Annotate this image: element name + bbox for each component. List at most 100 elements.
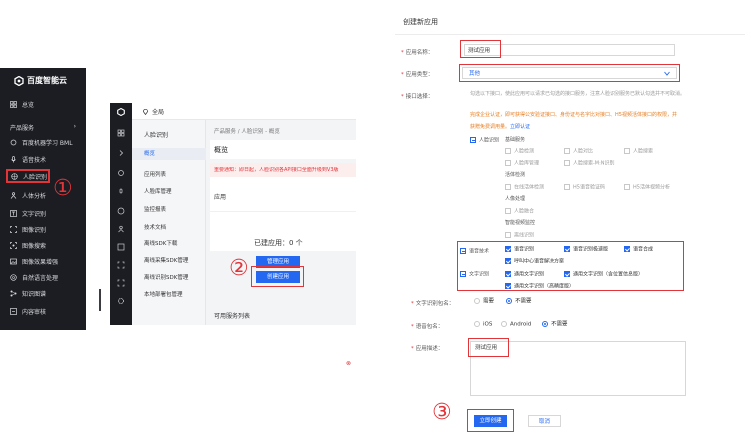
- subnav-title: 人脸识别: [144, 132, 169, 139]
- subnav-item[interactable]: 监控报表: [144, 205, 166, 213]
- notice-text: 重要通知：即日起，人脸识别各API接口全面升级到V3版: [214, 167, 339, 173]
- sidebar-item[interactable]: 图像识别: [10, 222, 46, 236]
- mic-icon: [119, 188, 123, 194]
- page-header: 概览: [210, 140, 356, 159]
- api-checkbox[interactable]: 人脸搜索-M:N识别: [564, 160, 615, 167]
- console-sidebar: 百度智能云 总览 产品服务 › 百度机器学习 BML 语音技术 人脸识别 人体分…: [0, 68, 86, 330]
- ocr-package-label: * 文字识别包名：: [411, 301, 455, 307]
- region-bar[interactable]: 全局: [132, 103, 356, 120]
- step-marker-1: ①: [53, 176, 73, 201]
- smart-video-head: 智能视频监控: [505, 220, 536, 226]
- apps-card: 重要通知：即日起，人脸识别各API接口全面升级到V3版 应用 已建应用：0 个: [210, 163, 356, 251]
- sidebar-item-overview[interactable]: 总览: [10, 97, 34, 111]
- face-group-toggle[interactable]: 人脸识别: [470, 137, 499, 144]
- app-name-highlight: [460, 40, 501, 58]
- image-icon: [10, 225, 17, 233]
- api-checkbox[interactable]: 人脸库管理: [505, 160, 539, 167]
- notice-banner: 重要通知：即日起，人脸识别各API接口全面升级到V3版: [210, 163, 356, 177]
- radio-option[interactable]: 需要: [474, 298, 494, 305]
- nlp-icon: [10, 273, 17, 281]
- text-icon: [117, 243, 125, 251]
- api-checkbox[interactable]: 人脸检测: [505, 148, 534, 155]
- api-checkbox-checked[interactable]: 通用文字识别（高精度版）: [505, 283, 574, 290]
- audit-icon: [10, 307, 17, 315]
- face-recognition-console: 全局 人脸识别 概览 应用列表 人脸库管理 监控报表 技术文档 离线SDK下载 …: [110, 103, 356, 325]
- api-checkbox[interactable]: 人脸搜索: [624, 148, 653, 155]
- api-checkbox[interactable]: 人脸对比: [564, 148, 593, 155]
- icon-rail: [110, 103, 132, 325]
- radio-option-selected[interactable]: 不需要: [542, 321, 568, 328]
- subnav-item[interactable]: 本地部署包管理: [144, 290, 183, 298]
- submit-highlight: [467, 409, 514, 432]
- api-checkbox[interactable]: 在线活体检测: [505, 184, 544, 191]
- subnav-item[interactable]: 技术文档: [144, 223, 166, 231]
- sidebar-item[interactable]: 人体分析: [10, 188, 46, 202]
- radio-option[interactable]: Android: [501, 321, 531, 328]
- api-checkbox-checked[interactable]: 语音识别极速版: [564, 246, 608, 253]
- sidebar-item[interactable]: 百度机器学习 BML: [10, 135, 73, 149]
- api-checkbox[interactable]: 人脸融合: [505, 208, 534, 215]
- api-checkbox[interactable]: 离线识别: [505, 232, 534, 239]
- gear-icon: [118, 298, 124, 304]
- chevron-right-icon: [119, 150, 124, 156]
- overview-main: 产品服务 / 人脸识别 - 概览 概览 重要通知：即日起，人脸识别各API接口全…: [206, 120, 356, 325]
- app-type-highlight: [459, 64, 680, 82]
- sub-navigation: 人脸识别 概览 应用列表 人脸库管理 监控报表 技术文档 离线SDK下载 离线采…: [132, 120, 206, 325]
- subnav-item[interactable]: 离线识别SDK管理: [144, 273, 188, 281]
- grid-icon: [10, 100, 17, 108]
- sidebar-item[interactable]: 文字识别: [10, 206, 46, 220]
- ocr-group-toggle[interactable]: 文字识别: [460, 271, 489, 278]
- person-icon: [10, 191, 17, 199]
- page-title: 概览: [214, 146, 228, 154]
- person-icon: [118, 225, 124, 233]
- portrait-head: 人像处理: [505, 196, 526, 202]
- subnav-item[interactable]: 人脸库管理: [144, 187, 172, 195]
- description-highlight: 测试应用: [468, 338, 509, 357]
- radio-option[interactable]: iOS: [474, 321, 492, 328]
- sidebar-section-products[interactable]: 产品服务 ›: [10, 123, 76, 132]
- api-checkbox-checked[interactable]: 语音识别: [505, 246, 534, 253]
- close-icon[interactable]: ⊗: [346, 360, 351, 367]
- api-checkbox-checked[interactable]: 通用文字识别: [505, 271, 544, 278]
- app-name-label: * 应用名称：: [401, 50, 434, 56]
- breadcrumb: 产品服务 / 人脸识别 - 概览: [214, 129, 280, 135]
- sidebar-item[interactable]: 自然语言处理: [10, 270, 58, 284]
- api-description: 勾选以下接口，使此应用可以请求已勾选的接口服务，注意人脸识别服务已默认勾选并不可…: [470, 91, 686, 97]
- cloud-logo-icon: [14, 75, 24, 86]
- scrollbar[interactable]: [99, 289, 101, 311]
- voice-group-toggle[interactable]: 语音技术: [460, 248, 489, 255]
- create-app-form: 创建新应用 * 应用名称： 测试应用 * 应用类型： 其他 * 接口选择： 勾选以下接…: [395, 10, 745, 443]
- text-icon: [10, 209, 17, 217]
- radio-option-selected[interactable]: 不需要: [506, 298, 532, 305]
- chip-icon: [10, 139, 17, 145]
- api-label: * 接口选择：: [401, 94, 434, 100]
- subnav-item[interactable]: 离线采集SDK管理: [144, 256, 188, 264]
- description-label: * 应用描述：: [411, 346, 444, 352]
- api-checkbox[interactable]: H5语音验证码: [564, 184, 605, 191]
- sidebar-item-face-recognition[interactable]: 人脸识别: [6, 169, 50, 183]
- subnav-item[interactable]: 离线SDK下载: [144, 239, 177, 247]
- sidebar-item[interactable]: 图像搜索: [10, 238, 46, 252]
- api-warning-line1: 完成企业认证，即可获得公安验证接口、身份证与名字比对接口、H5视频活体接口的权限…: [470, 112, 677, 118]
- verify-link[interactable]: 立即认证: [510, 124, 530, 130]
- region-label: 全局: [152, 108, 165, 116]
- api-checkbox-checked[interactable]: 通用文字识别（含位置信息版）: [564, 271, 643, 278]
- subnav-item[interactable]: 应用列表: [144, 170, 166, 178]
- api-checkbox-checked[interactable]: 语音合成: [624, 246, 653, 253]
- services-list-title: 可用服务列表: [214, 313, 251, 320]
- sidebar-item[interactable]: 知识图谱: [10, 286, 46, 300]
- subnav-item-overview[interactable]: 概览: [132, 148, 206, 160]
- image-enhance-icon: [10, 258, 17, 264]
- cloud-logo-icon: [117, 108, 125, 116]
- sidebar-item[interactable]: 图像效果增强: [10, 254, 58, 268]
- create-button-highlight: [251, 266, 304, 287]
- image-search-icon: [117, 279, 125, 287]
- sidebar-item[interactable]: 内容审核: [10, 304, 46, 318]
- api-checkbox-checked[interactable]: 呼叫中心语音解决方案: [505, 258, 564, 265]
- api-checkbox[interactable]: H5活体视频分析: [624, 184, 670, 191]
- section-title-apps: 应用: [214, 194, 227, 201]
- sidebar-item[interactable]: 语音技术: [10, 152, 46, 166]
- voice-package-label: * 语音包名：: [411, 324, 444, 330]
- cancel-button[interactable]: 取消: [528, 415, 561, 427]
- collapse-icon: [460, 271, 466, 277]
